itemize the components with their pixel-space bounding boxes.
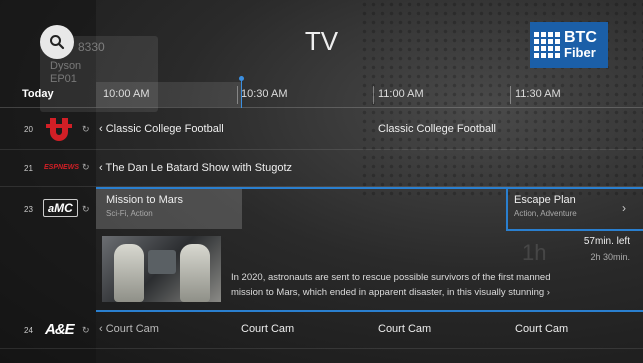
program-duration: 2h 30min. bbox=[590, 252, 630, 262]
program-cell[interactable]: ‹ The Dan Le Batard Show with Stugotz bbox=[99, 162, 292, 174]
time-left: 57min. left bbox=[583, 236, 630, 247]
current-time-dot bbox=[239, 76, 244, 81]
time-divider bbox=[510, 86, 511, 104]
program-thumbnail bbox=[102, 236, 221, 302]
time-slot-1130: 11:30 AM bbox=[515, 88, 561, 100]
time-divider bbox=[237, 86, 238, 104]
program-genre: Sci-Fi, Action bbox=[106, 209, 153, 218]
time-bar: Today 10:00 AM 10:30 AM 11:00 AM 11:30 A… bbox=[0, 82, 643, 108]
logo-text-fiber: Fiber bbox=[564, 45, 596, 60]
background-duration-text: 1h bbox=[522, 240, 547, 265]
channel-number: 21 bbox=[24, 164, 33, 173]
channel-row-24[interactable]: 24 A&E ↻ ‹ Court Cam Court Cam Court Cam… bbox=[0, 314, 643, 348]
next-program-info: Escape Plan Action, Adventure bbox=[514, 194, 577, 218]
program-cell[interactable]: ‹ Court Cam bbox=[99, 323, 159, 335]
program-title: Classic College Football bbox=[105, 123, 224, 135]
logo-grid-icon bbox=[534, 32, 560, 58]
record-icon: ↻ bbox=[82, 124, 90, 134]
time-slot-1000: 10:00 AM bbox=[103, 88, 150, 100]
astronaut-figure bbox=[114, 244, 144, 302]
record-icon: ↻ bbox=[82, 162, 90, 172]
channel-row-21[interactable]: 21 ESPNEWS ↻ ‹ The Dan Le Batard Show wi… bbox=[0, 150, 643, 187]
channel-number: 23 bbox=[24, 205, 33, 214]
today-label: Today bbox=[22, 88, 54, 100]
record-icon: ↻ bbox=[82, 325, 90, 335]
espnu-logo-icon bbox=[46, 118, 72, 141]
program-genre: Action, Adventure bbox=[514, 209, 577, 218]
record-icon: ↻ bbox=[82, 204, 90, 214]
background-card-title: Dyson bbox=[50, 60, 82, 72]
program-title: Mission to Mars bbox=[106, 194, 184, 206]
chevron-right-icon[interactable]: › bbox=[622, 201, 626, 215]
program-cell[interactable]: Classic College Football bbox=[378, 123, 496, 135]
amc-logo-icon: aMC bbox=[43, 199, 78, 217]
time-slot-1030: 10:30 AM bbox=[241, 88, 288, 100]
channel-number: 20 bbox=[24, 125, 33, 134]
program-title: Court Cam bbox=[105, 323, 159, 335]
focused-program-info: Mission to Mars Sci-Fi, Action bbox=[106, 194, 183, 218]
astronaut-figure bbox=[180, 244, 210, 302]
program-title: Escape Plan bbox=[514, 194, 576, 206]
espnews-logo-icon: ESPNEWS bbox=[44, 164, 80, 171]
description-line: In 2020, astronauts are sent to rescue p… bbox=[231, 272, 551, 283]
cockpit-panel bbox=[148, 250, 176, 274]
time-slot-1100: 11:00 AM bbox=[378, 88, 424, 100]
logo-text-btc: BTC bbox=[564, 29, 597, 46]
description-line: mission to Mars, which ended in apparent… bbox=[231, 287, 550, 298]
program-cell[interactable]: Court Cam bbox=[515, 323, 568, 335]
channel-number: 24 bbox=[24, 326, 33, 335]
btc-fiber-logo: BTC Fiber bbox=[530, 22, 608, 68]
program-description: In 2020, astronauts are sent to rescue p… bbox=[231, 270, 591, 300]
program-cell[interactable]: Court Cam bbox=[241, 323, 294, 335]
time-divider bbox=[373, 86, 374, 104]
program-cell[interactable]: Court Cam bbox=[378, 323, 431, 335]
row-divider bbox=[0, 348, 643, 349]
ae-logo-icon: A&E bbox=[45, 321, 75, 338]
program-title: The Dan Le Batard Show with Stugotz bbox=[105, 162, 293, 174]
channel-row-20[interactable]: 20 ↻ ‹ Classic College Football Classic … bbox=[0, 112, 643, 150]
program-cell[interactable]: ‹ Classic College Football bbox=[99, 123, 224, 135]
